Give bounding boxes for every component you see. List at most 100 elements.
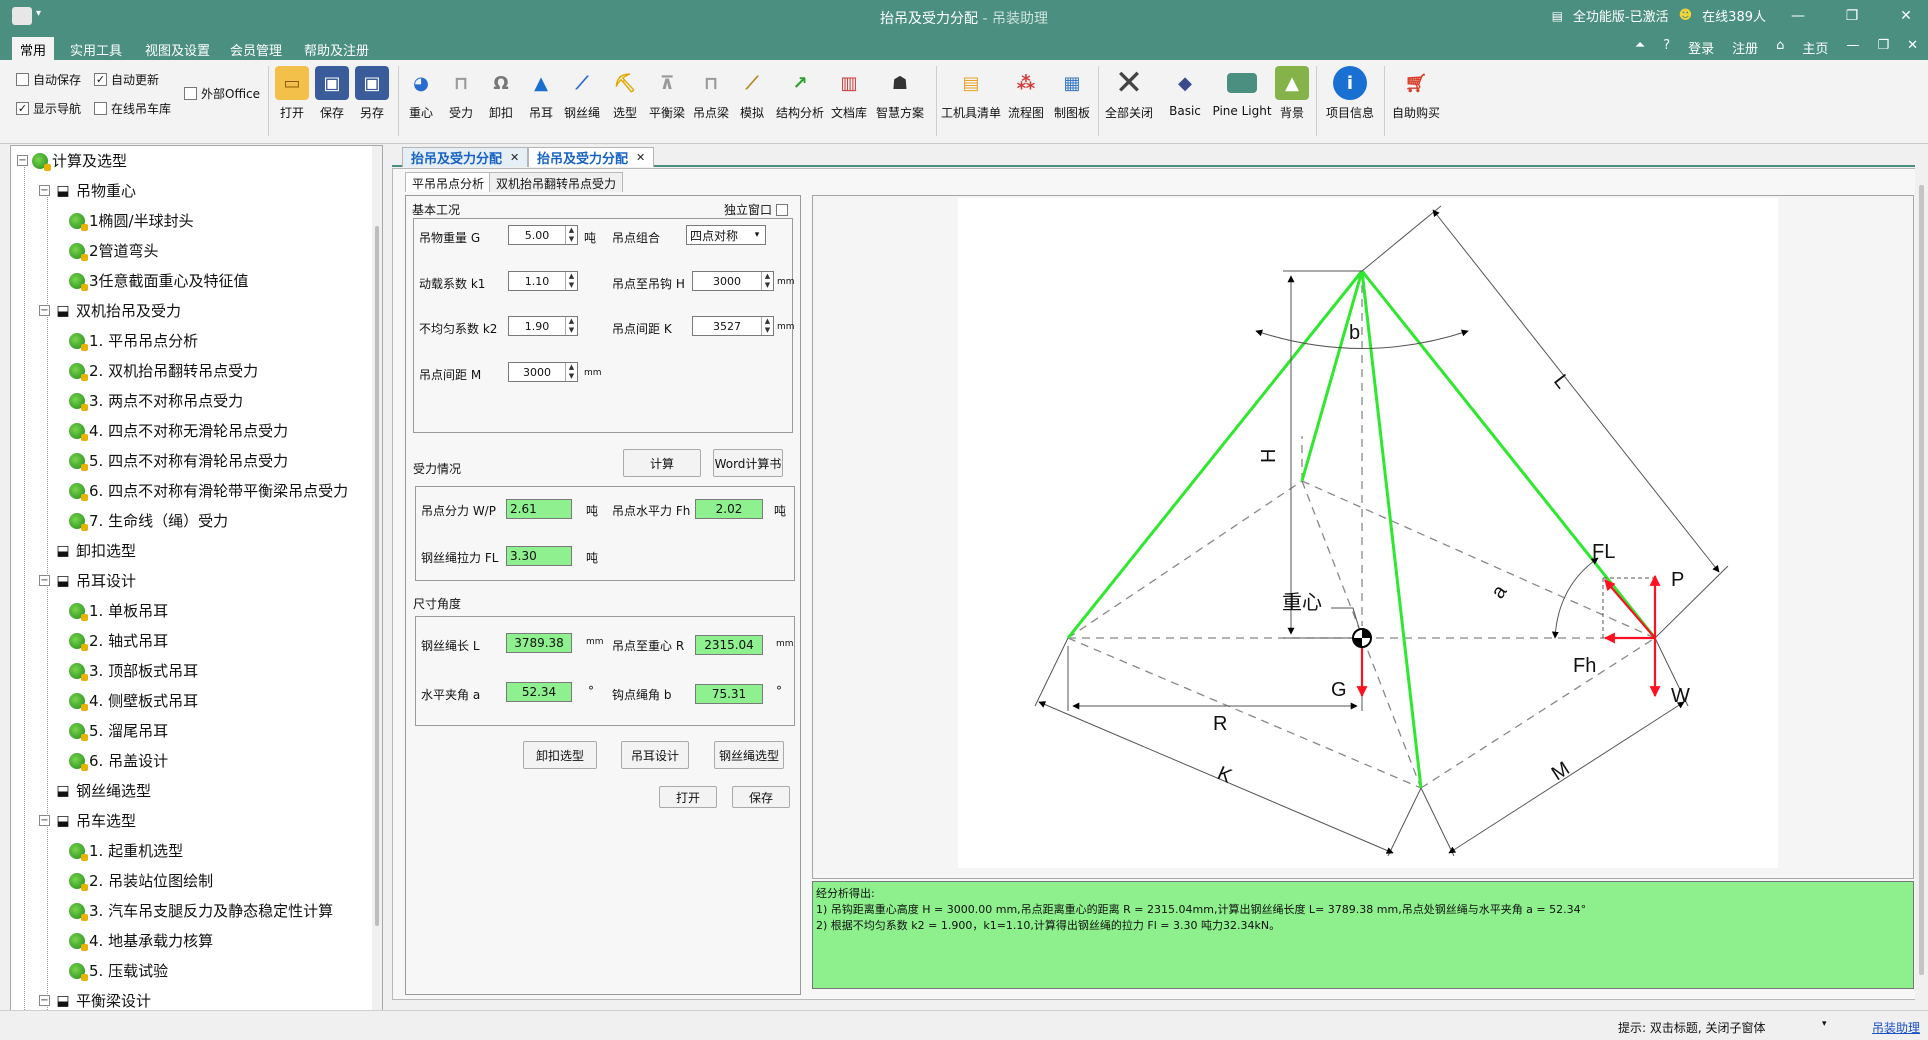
tree-leaf-item[interactable]: 5. 四点不对称有滑轮吊点受力	[69, 450, 288, 471]
status-dropdown-icon[interactable]: ▾	[1822, 1019, 1827, 1029]
doc-tab-1[interactable]: 抬吊及受力分配 ✕	[402, 147, 529, 167]
save-as-button[interactable]: ▣ 另存	[352, 66, 392, 121]
lifting-beam-button[interactable]: ⊓ 吊点梁	[690, 66, 732, 121]
k1-input[interactable]: 1.10 ▲ ▼	[508, 271, 578, 291]
tree-leaf-item[interactable]: 2. 吊装站位图绘制	[69, 870, 213, 891]
lifting-lug-button[interactable]: ▲ 吊耳	[522, 66, 560, 121]
show-nav-checkbox[interactable]: ✓ 显示导航	[16, 100, 81, 117]
external-office-checkbox[interactable]: 外部Office	[184, 85, 260, 102]
tree-leaf-item[interactable]: 4. 地基承载力核算	[69, 930, 213, 951]
form-save-button[interactable]: 保存	[732, 786, 790, 808]
tree-group-item[interactable]: − ⬓ 吊车选型	[39, 810, 136, 831]
online-crane-lib-checkbox[interactable]: 在线吊车库	[94, 100, 171, 117]
tab-tools[interactable]: 实用工具	[62, 37, 130, 60]
force-button[interactable]: ⊓ 受力	[442, 66, 480, 121]
home-icon[interactable]: ⌂	[1776, 38, 1784, 57]
project-info-button[interactable]: i 项目信息	[1320, 66, 1380, 121]
k2-input[interactable]: 1.90 ▲ ▼	[508, 316, 578, 336]
shackle-button[interactable]: Ω 卸扣	[482, 66, 520, 121]
tab-membership[interactable]: 会员管理	[222, 37, 290, 60]
theme-basic-button[interactable]: ◆ Basic	[1160, 66, 1210, 119]
mdi-minimize-button[interactable]: —	[1846, 38, 1859, 57]
mdi-close-button[interactable]: ✕	[1907, 38, 1918, 57]
collapse-icon[interactable]: −	[17, 155, 28, 166]
self-purchase-button[interactable]: 🛒︎ 自助购买	[1388, 66, 1444, 121]
tree-leaf-item[interactable]: 4. 四点不对称无滑轮吊点受力	[69, 420, 288, 441]
tool-list-button[interactable]: ▤ 工机具清单	[940, 66, 1002, 121]
wire-rope-button[interactable]: ⟋ 钢丝绳	[562, 66, 602, 121]
independent-window-checkbox[interactable]: 独立窗口	[724, 201, 789, 218]
selection-button[interactable]: ⛏ 选型	[606, 66, 644, 121]
tree-leaf-item[interactable]: 2. 轴式吊耳	[69, 630, 168, 651]
doc-tab-close-icon[interactable]: ✕	[510, 151, 519, 164]
tree-leaf-item[interactable]: 1椭圆/半球封头	[69, 210, 194, 231]
tree-group-item[interactable]: − 计算及选型	[17, 150, 127, 171]
center-of-gravity-button[interactable]: ◕ 重心	[402, 66, 440, 121]
tree-leaf-item[interactable]: 7. 生命线（绳）受力	[69, 510, 228, 531]
m-spacing-input[interactable]: 3000 ▲ ▼	[508, 362, 578, 382]
shackle-selection-button[interactable]: 卸扣选型	[523, 741, 597, 769]
doc-tab-2[interactable]: 抬吊及受力分配 ✕	[528, 147, 655, 167]
drawing-board-button[interactable]: ▦ 制图板	[1050, 66, 1094, 121]
collapse-icon[interactable]: −	[39, 185, 50, 196]
collapse-icon[interactable]: −	[39, 995, 50, 1006]
lug-design-button[interactable]: 吊耳设计	[621, 741, 689, 769]
lift-point-combo-select[interactable]: 四点对称 ▾	[686, 225, 766, 245]
doc-tab-close-icon[interactable]: ✕	[636, 151, 645, 164]
collapse-ribbon-icon[interactable]: ⏶	[1635, 38, 1645, 57]
tree-scrollbar[interactable]	[372, 146, 382, 1029]
tree-leaf-item[interactable]: 2. 双机抬吊翻转吊点受力	[69, 360, 258, 381]
close-all-button[interactable]: ✕ 全部关闭	[1102, 63, 1156, 121]
tab-help-register[interactable]: 帮助及注册	[296, 37, 377, 60]
tree-leaf-item[interactable]: 1. 单板吊耳	[69, 600, 168, 621]
subtab-flat-lift[interactable]: 平吊吊点分析	[405, 172, 492, 192]
collapse-icon[interactable]: −	[39, 305, 50, 316]
auto-update-checkbox[interactable]: ✓ 自动更新	[94, 71, 159, 88]
smart-plan-button[interactable]: ☗ 智慧方案	[872, 66, 928, 121]
save-button[interactable]: ▣ 保存	[312, 66, 352, 121]
tree-leaf-item[interactable]: 6. 四点不对称有滑轮带平衡梁吊点受力	[69, 480, 348, 501]
flowchart-button[interactable]: ⁂ 流程图	[1006, 66, 1046, 121]
calculate-button[interactable]: 计算	[623, 449, 701, 477]
word-report-button[interactable]: Word计算书	[713, 449, 783, 477]
tree-group-item[interactable]: − ⬓ 平衡梁设计	[39, 990, 151, 1011]
tree-leaf-item[interactable]: 5. 压载试验	[69, 960, 168, 981]
tree-leaf-item[interactable]: 1. 平吊吊点分析	[69, 330, 198, 351]
close-button[interactable]: ✕	[1884, 8, 1928, 24]
tab-view-settings[interactable]: 视图及设置	[137, 37, 218, 60]
rope-selection-button[interactable]: 钢丝绳选型	[714, 741, 784, 769]
restore-button[interactable]: ❐	[1830, 8, 1874, 24]
tree-leaf-item[interactable]: 3. 顶部板式吊耳	[69, 660, 198, 681]
tree-group-item[interactable]: − ⬓ 吊物重心	[39, 180, 136, 201]
tree-leaf-item[interactable]: 5. 溜尾吊耳	[69, 720, 168, 741]
minimize-button[interactable]: —	[1776, 8, 1820, 24]
tree-group-item[interactable]: ⬓ 钢丝绳选型	[39, 780, 151, 801]
tree-group-item[interactable]: ⬓ 卸扣选型	[39, 540, 136, 561]
open-button[interactable]: ▭ 打开	[272, 66, 312, 121]
tree-group-item[interactable]: − ⬓ 吊耳设计	[39, 570, 136, 591]
main-scrollbar[interactable]	[1915, 145, 1928, 1010]
mdi-restore-button[interactable]: ❐	[1877, 38, 1889, 57]
tree-leaf-item[interactable]: 3. 两点不对称吊点受力	[69, 390, 243, 411]
tab-common[interactable]: 常用	[12, 37, 55, 60]
collapse-icon[interactable]: −	[39, 575, 50, 586]
subtab-tandem-flip[interactable]: 双机抬吊翻转吊点受力	[489, 172, 624, 192]
theme-pine-light-button[interactable]: Pine Light	[1212, 66, 1272, 118]
home-link[interactable]: 主页	[1802, 38, 1828, 57]
tree-leaf-item[interactable]: 1. 起重机选型	[69, 840, 183, 861]
doc-library-button[interactable]: ▥ 文档库	[828, 66, 870, 121]
tree-leaf-item[interactable]: 6. 吊盖设计	[69, 750, 168, 771]
background-button[interactable]: ▲ 背景	[1274, 66, 1310, 121]
auto-save-checkbox[interactable]: 自动保存	[16, 71, 81, 88]
weight-input[interactable]: 5.00 ▲ ▼	[508, 225, 578, 245]
help-icon[interactable]: ?	[1663, 38, 1670, 57]
tree-group-item[interactable]: − ⬓ 双机抬吊及受力	[39, 300, 181, 321]
tree-leaf-item[interactable]: 4. 侧壁板式吊耳	[69, 690, 198, 711]
form-open-button[interactable]: 打开	[659, 786, 717, 808]
k-spacing-input[interactable]: 3527 ▲ ▼	[692, 316, 774, 336]
structure-analysis-button[interactable]: ↗ 结构分析	[774, 66, 826, 121]
spreader-beam-button[interactable]: ⊼ 平衡梁	[646, 66, 688, 121]
tree-leaf-item[interactable]: 2管道弯头	[69, 240, 159, 261]
simulate-button[interactable]: ⟋ 模拟	[734, 66, 770, 121]
collapse-icon[interactable]: −	[39, 815, 50, 826]
